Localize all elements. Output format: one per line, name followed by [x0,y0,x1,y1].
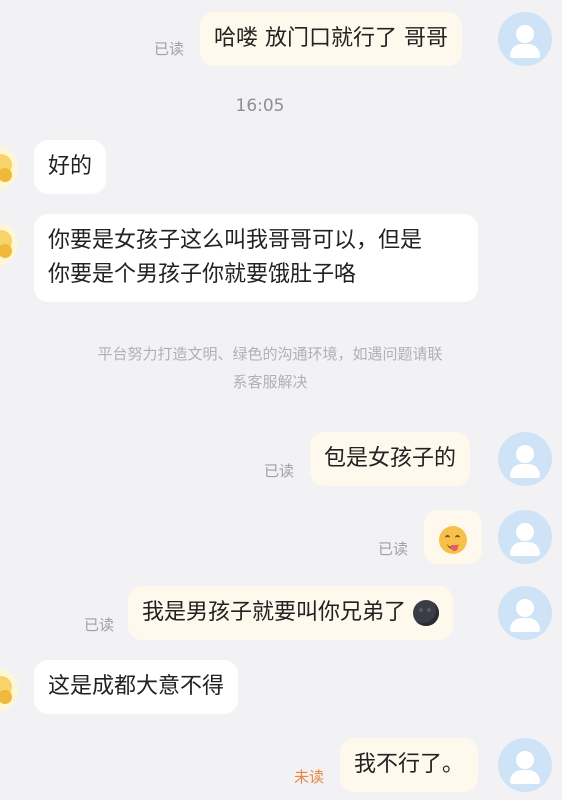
read-status: 已读 [378,540,409,558]
avatar-self[interactable] [498,510,552,564]
message-bubble[interactable]: 你要是女孩子这么叫我哥哥可以，但是 你要是个男孩子你就要饿肚子咯 [34,214,478,302]
avatar-other[interactable] [0,668,18,712]
message-text: 好的 [48,154,93,179]
message-text: 哈喽 放门口就行了 哥哥 [214,26,448,51]
person-icon [516,599,534,617]
message-text: 这是成都大意不得 [48,674,225,699]
message-bubble[interactable]: 哈喽 放门口就行了 哥哥 [200,12,462,66]
smiling-face-with-tongue-icon [439,526,467,554]
message-bubble[interactable]: 这是成都大意不得 [34,660,239,714]
notice-line: 平台努力打造文明、绿色的沟通环境，如遇问题请联 [97,345,443,363]
message-bubble[interactable]: 包是女孩子的 [310,432,471,486]
notice-line: 系客服解决 [232,373,308,391]
read-status: 已读 [264,462,295,480]
avatar-self[interactable] [498,12,552,66]
avatar-self[interactable] [498,738,552,792]
avatar-other[interactable] [0,146,18,190]
unread-status: 未读 [294,768,325,786]
person-icon [516,751,534,769]
message-bubble[interactable]: 我不行了。 [340,738,479,792]
person-icon [516,25,534,43]
read-status: 已读 [154,40,185,58]
message-text-line: 你要是女孩子这么叫我哥哥可以，但是 [48,228,423,253]
message-bubble[interactable] [424,510,482,564]
message-text: 我是男孩子就要叫你兄弟了 [142,600,407,625]
avatar-self[interactable] [498,586,552,640]
message-bubble[interactable]: 好的 [34,140,107,194]
read-status: 已读 [84,616,115,634]
avatar-other[interactable] [0,222,18,266]
person-icon [516,445,534,463]
message-bubble[interactable]: 我是男孩子就要叫你兄弟了 [128,586,454,640]
avatar-self[interactable] [498,432,552,486]
person-icon [516,523,534,541]
message-text: 我不行了。 [354,752,465,777]
system-notice: 平台努力打造文明、绿色的沟通环境，如遇问题请联 系客服解决 [20,340,520,396]
message-text: 包是女孩子的 [324,446,457,471]
timestamp-divider: 16:05 [235,96,285,116]
message-text-line: 你要是个男孩子你就要饿肚子咯 [48,262,357,287]
new-moon-face-icon [413,600,440,626]
